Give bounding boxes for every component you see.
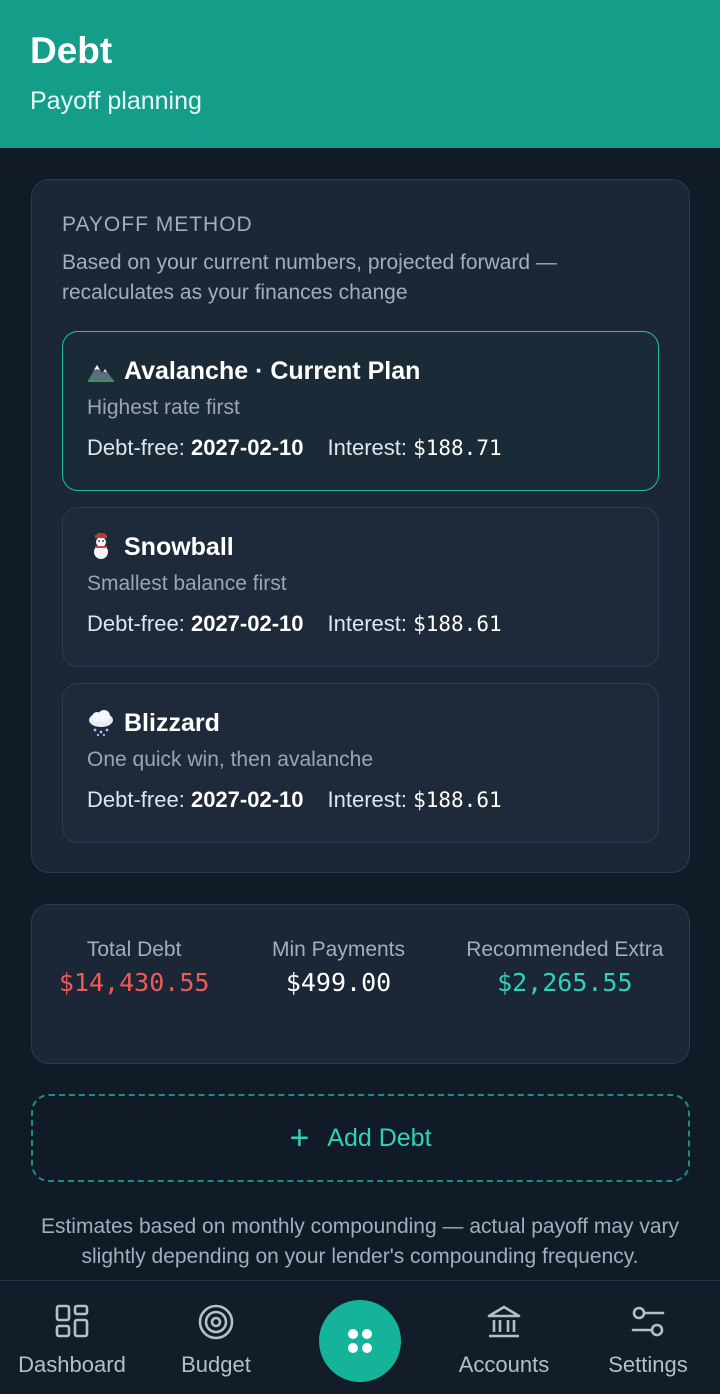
- min-payments-stat: Min Payments $499.00: [236, 935, 440, 1063]
- nav-budget[interactable]: Budget: [144, 1281, 288, 1394]
- total-debt-value: $14,430.55: [58, 968, 210, 997]
- debt-free-label: Debt-free:: [87, 435, 185, 460]
- bank-icon: [487, 1305, 521, 1338]
- debt-free-date: 2027-02-10: [190, 435, 304, 460]
- nav-label: Settings: [608, 1352, 688, 1377]
- recommended-extra-value: $2,265.55: [497, 968, 633, 997]
- interest-label: Interest:: [327, 611, 407, 636]
- add-debt-label: Add Debt: [327, 1123, 432, 1152]
- total-debt-label: Total Debt: [86, 938, 182, 961]
- apps-fab-button[interactable]: [319, 1300, 401, 1382]
- min-payments-value: $499.00: [285, 968, 392, 997]
- mountain-icon: [87, 357, 115, 385]
- interest-value: $188.71: [413, 436, 502, 460]
- interest-value: $188.61: [413, 788, 502, 812]
- nav-accounts[interactable]: Accounts: [432, 1281, 576, 1394]
- method-description: One quick win, then avalanche: [87, 748, 374, 771]
- sliders-icon: [631, 1306, 665, 1337]
- interest-label: Interest:: [327, 435, 407, 460]
- debt-free-date: 2027-02-10: [190, 611, 304, 636]
- plus-icon: +: [289, 1119, 310, 1157]
- snow-cloud-icon: [87, 709, 115, 737]
- debt-summary-card: Total Debt $14,430.55 Min Payments $499.…: [31, 904, 690, 1064]
- method-name: Blizzard: [124, 709, 220, 737]
- target-icon: [198, 1304, 234, 1340]
- nav-label: Dashboard: [18, 1352, 126, 1377]
- method-option-blizzard[interactable]: Blizzard One quick win, then avalanche D…: [62, 683, 659, 843]
- method-option-avalanche[interactable]: Avalanche · Current Plan Highest rate fi…: [62, 331, 659, 491]
- bottom-navigation: Dashboard Budget Accounts Settings: [0, 1280, 720, 1394]
- min-payments-label: Min Payments: [271, 938, 406, 961]
- method-name: Avalanche · Current Plan: [124, 357, 421, 385]
- debt-free-date: 2027-02-10: [190, 787, 304, 812]
- interest-label: Interest:: [327, 787, 407, 812]
- interest-value: $188.61: [413, 612, 502, 636]
- debt-free-label: Debt-free:: [87, 611, 185, 636]
- app-header: Debt Payoff planning: [0, 0, 720, 148]
- apps-icon: [348, 1329, 372, 1353]
- debt-free-label: Debt-free:: [87, 787, 185, 812]
- method-option-snowball[interactable]: Snowball Smallest balance first Debt-fre…: [62, 507, 659, 667]
- nav-label: Accounts: [458, 1352, 550, 1377]
- footnote: Estimates based on monthly compounding —…: [40, 1215, 680, 1268]
- recommended-extra-label: Recommended Extra: [466, 938, 664, 961]
- dashboard-icon: [55, 1304, 89, 1338]
- nav-label: Budget: [181, 1352, 251, 1377]
- page-title: Debt: [30, 30, 113, 71]
- method-description: Highest rate first: [87, 396, 240, 419]
- nav-settings[interactable]: Settings: [576, 1281, 720, 1394]
- method-name: Snowball: [124, 533, 234, 561]
- nav-dashboard[interactable]: Dashboard: [0, 1281, 144, 1394]
- recommended-extra-stat: Recommended Extra $2,265.55: [441, 935, 689, 1063]
- section-description: Based on your current numbers, projected…: [62, 251, 557, 304]
- snowman-icon: [87, 533, 115, 561]
- total-debt-stat: Total Debt $14,430.55: [32, 935, 236, 1063]
- add-debt-button[interactable]: + Add Debt: [31, 1094, 690, 1182]
- payoff-method-card: PAYOFF METHOD Based on your current numb…: [31, 179, 690, 873]
- section-title: PAYOFF METHOD: [62, 213, 253, 236]
- method-description: Smallest balance first: [87, 572, 287, 595]
- page-subtitle: Payoff planning: [30, 87, 202, 115]
